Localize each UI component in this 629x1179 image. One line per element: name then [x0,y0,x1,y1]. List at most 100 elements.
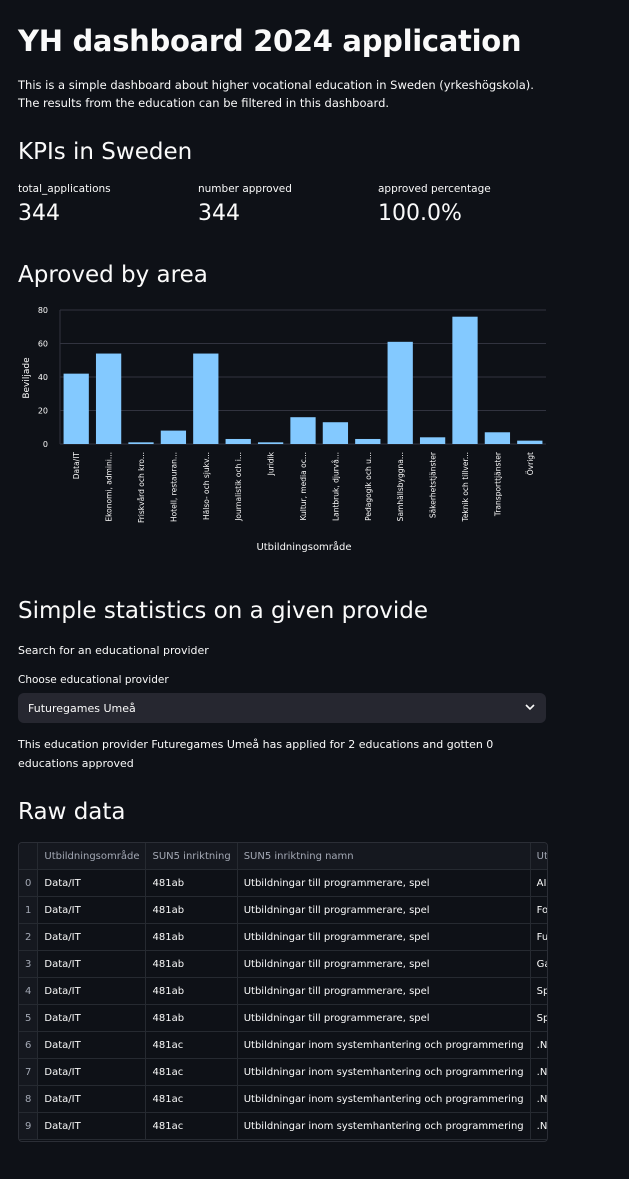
bar[interactable] [484,432,511,444]
table-cell[interactable]: Data/IT [37,896,147,924]
table-cell[interactable]: 481ab [145,923,238,951]
row-index[interactable]: 1 [19,896,39,924]
table-row[interactable]: 0 Data/IT 481ab Utbildningar till programme… [19,869,547,897]
row-index[interactable]: 7 [19,1058,39,1086]
table-cell[interactable]: Data/IT [37,923,147,951]
table-cell[interactable]: .NET Dev [530,1058,547,1086]
table-row[interactable]: 6 Data/IT 481ac Utbildningar inom systemhan… [19,1031,547,1059]
bar[interactable] [193,353,219,444]
x-tick-label: Hälso- och sjukv... [202,452,211,520]
page-title: YH dashboard 2024 application [18,24,522,58]
table-cell[interactable]: Futurega [530,923,547,951]
table-cell[interactable]: 481ab [145,950,238,978]
table-cell[interactable]: Utbildningar inom systemhantering och pr… [237,1085,531,1113]
table-cell[interactable]: Game Pr [530,950,547,978]
table-cell[interactable]: 481ab [145,977,238,1005]
table-cell[interactable]: Utbildningar inom systemhantering och pr… [237,1058,531,1086]
row-index[interactable]: 5 [19,1004,39,1032]
column-header[interactable]: SUN5 inriktning namn [237,843,531,870]
chart-heading: Aproved by area [18,262,208,288]
bar[interactable] [160,430,187,444]
table-cell[interactable]: .NET Dev [530,1085,547,1113]
table-row[interactable]: 9 Data/IT 481ac Utbildningar inom systemhan… [19,1112,547,1140]
bar[interactable] [128,442,154,444]
provider-select[interactable]: Futuregames Umeå [18,693,546,723]
table-cell[interactable]: 481ac [145,1031,238,1059]
y-tick-label: 80 [38,306,48,315]
bar[interactable] [322,422,349,444]
table-cell[interactable]: 481ac [145,1058,238,1086]
row-index[interactable]: 8 [19,1085,39,1113]
select-label: Choose educational provider [18,674,169,686]
bar-chart[interactable]: 0 20 40 60 80 Data/IT Ekonomi, admini... Frisk… [18,296,546,558]
table-cell[interactable]: Utbildningar inom systemhantering och pr… [237,1031,531,1059]
table-cell[interactable]: Data/IT [37,950,147,978]
column-header[interactable]: Utbildningsnamn [530,843,547,870]
row-index[interactable]: 9 [19,1112,39,1140]
row-index[interactable]: 6 [19,1031,39,1059]
raw-data-table[interactable]: Utbildningsområde SUN5 inriktning SUN5 i… [18,842,548,1142]
x-tick-label: Ekonomi, admini... [105,452,114,522]
bar[interactable] [517,440,543,444]
table-cell[interactable]: Data/IT [37,1085,147,1113]
table-cell[interactable]: 481ac [145,1112,238,1140]
column-header-index[interactable] [19,843,39,870]
table-row[interactable]: 2 Data/IT 481ab Utbildningar till programme… [19,923,547,951]
bar[interactable] [419,437,446,444]
bar[interactable] [95,353,122,444]
column-header[interactable]: SUN5 inriktning [145,843,238,870]
bar[interactable] [452,316,478,444]
x-tick-label: Transporttjänster [493,451,502,517]
row-index[interactable]: 2 [19,923,39,951]
bar[interactable] [63,373,89,444]
table-cell[interactable]: Spelprog [530,977,547,1005]
bar[interactable] [355,438,381,444]
table-cell[interactable]: Data/IT [37,977,147,1005]
y-tick-label: 0 [43,440,48,449]
table-cell[interactable]: Forsberg [530,896,547,924]
chevron-down-icon[interactable] [524,701,536,716]
table-cell[interactable]: 481ab [145,1004,238,1032]
row-index[interactable]: 3 [19,950,39,978]
table-row[interactable]: 1 Data/IT 481ab Utbildningar till programme… [19,896,547,924]
table-cell[interactable]: 481ab [145,869,238,897]
table-cell[interactable]: Spelprog [530,1004,547,1032]
table-cell[interactable]: 481ab [145,896,238,924]
table-row[interactable]: 3 Data/IT 481ab Utbildningar till programme… [19,950,547,978]
table-cell[interactable]: Data/IT [37,1004,147,1032]
kpi-total-applications: total_applications 344 [18,183,198,226]
table-row[interactable]: 8 Data/IT 481ac Utbildningar inom systemhan… [19,1085,547,1113]
row-index[interactable]: 0 [19,869,39,897]
search-label: Search for an educational provider [18,644,209,657]
table-cell[interactable]: Utbildningar till programmerare, spel [237,950,531,978]
table-cell[interactable]: Utbildningar till programmerare, spel [237,977,531,1005]
table-cell[interactable]: Utbildningar till programmerare, spel [237,1004,531,1032]
table-cell[interactable]: Utbildningar till programmerare, spel [237,869,531,897]
table-cell[interactable]: Utbildningar inom systemhantering och pr… [237,1112,531,1140]
table-cell[interactable]: Utbildningar till programmerare, spel [237,923,531,951]
y-tick-label: 40 [38,373,48,382]
x-tick-label: Pedagogik och u... [364,452,373,521]
table-row[interactable]: 5 Data/IT 481ab Utbildningar till programme… [19,1004,547,1032]
table-cell[interactable]: Data/IT [37,1031,147,1059]
row-index[interactable]: 4 [19,977,39,1005]
bar[interactable] [387,341,413,444]
bar[interactable] [225,438,251,444]
table-cell[interactable]: Data/IT [37,1058,147,1086]
column-header[interactable]: Utbildningsområde [37,843,147,870]
table-row[interactable]: 4 Data/IT 481ab Utbildningar till programme… [19,977,547,1005]
kpi-approved-percentage: approved percentage 100.0% [378,183,558,226]
bar[interactable] [257,442,284,444]
table-cell[interactable]: AI Progra [530,869,547,897]
table-cell[interactable]: Utbildningar till programmerare, spel [237,896,531,924]
table-cell[interactable]: 481ac [145,1085,238,1113]
table-cell[interactable]: .NET Utv [530,1112,547,1140]
table-cell[interactable]: Data/IT [37,869,147,897]
bar[interactable] [290,417,316,444]
x-tick-label: Friskvård och kro... [137,452,146,523]
kpi-number-approved: number approved 344 [198,183,378,226]
x-tick-label: Hotell, restauran... [169,452,178,522]
table-cell[interactable]: Data/IT [37,1112,147,1140]
table-row[interactable]: 7 Data/IT 481ac Utbildningar inom systemhan… [19,1058,547,1086]
table-cell[interactable]: .NET Dev [530,1031,547,1059]
